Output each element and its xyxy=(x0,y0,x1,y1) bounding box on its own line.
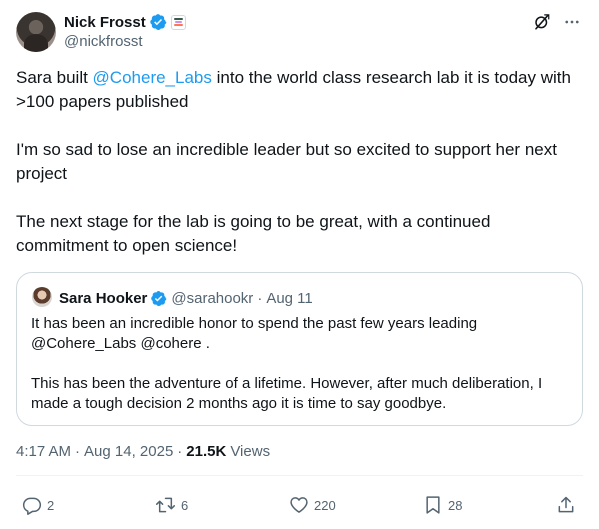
quoted-tweet[interactable]: Sara Hooker @sarahookr · Aug 11 It has b… xyxy=(16,272,583,426)
header-actions xyxy=(533,13,581,31)
quoted-paragraph-2: This has been the adventure of a lifetim… xyxy=(31,375,543,412)
author-name-row: Nick Frosst xyxy=(64,12,186,32)
views-count[interactable]: 21.5K xyxy=(186,443,226,460)
verified-badge-icon[interactable] xyxy=(149,13,167,31)
share-icon xyxy=(558,496,574,513)
mention-link[interactable]: @Cohere_Labs xyxy=(93,68,212,87)
heart-icon xyxy=(290,497,308,513)
tweet-paragraph-1: Sara built @Cohere_Labs into the world c… xyxy=(16,66,586,114)
separator-dot: · xyxy=(75,443,81,460)
like-button[interactable]: 220 xyxy=(289,490,336,520)
org-affiliate-badge-icon[interactable] xyxy=(170,14,186,30)
repost-icon xyxy=(156,497,175,513)
like-count: 220 xyxy=(314,497,336,513)
bookmark-button[interactable]: 28 xyxy=(423,490,462,520)
tweet-meta: 4:17 AM · Aug 14, 2025 · 21.5K Views xyxy=(16,443,270,460)
quoted-tweet-header: Sara Hooker @sarahookr · Aug 11 xyxy=(59,288,313,308)
bookmark-count: 28 xyxy=(448,497,463,513)
quoted-tweet-date: Aug 11 xyxy=(266,289,313,307)
author-handle[interactable]: @nickfrosst xyxy=(64,33,143,50)
quoted-paragraph-1: It has been an incredible honor to spend… xyxy=(31,315,478,352)
quoted-author-avatar xyxy=(32,287,52,307)
views-label: Views xyxy=(230,443,271,460)
tweet-time[interactable]: 4:17 AM xyxy=(16,443,71,460)
tweet-paragraph-3: The next stage for the lab is going to b… xyxy=(16,212,491,255)
tweet-date[interactable]: Aug 14, 2025 xyxy=(84,443,173,460)
tweet-text: Sara built @Cohere_Labs into the world c… xyxy=(16,66,586,258)
action-bar: 2 6 220 28 xyxy=(0,490,599,520)
tweet-paragraph-2: I'm so sad to lose an incredible leader … xyxy=(16,140,557,183)
author-avatar[interactable] xyxy=(16,12,56,52)
reply-icon xyxy=(22,497,42,515)
repost-count: 6 xyxy=(181,497,189,513)
tweet-card: Nick Frosst @nickfrosst Sara built @Cohe… xyxy=(0,0,599,529)
repost-button[interactable]: 6 xyxy=(155,490,188,520)
grok-icon[interactable] xyxy=(533,13,551,31)
author-display-name[interactable]: Nick Frosst xyxy=(64,14,146,31)
quoted-author-handle: @sarahookr xyxy=(171,289,254,307)
reply-count: 2 xyxy=(47,497,55,513)
separator-dot: · xyxy=(177,443,183,460)
reply-button[interactable]: 2 xyxy=(22,490,54,520)
more-icon[interactable] xyxy=(563,13,581,31)
quoted-tweet-text: It has been an incredible honor to spend… xyxy=(31,314,571,414)
verified-badge-icon xyxy=(151,290,167,306)
quoted-author-name: Sara Hooker xyxy=(59,289,148,307)
separator-dot: · xyxy=(257,289,263,307)
divider xyxy=(16,475,583,476)
bookmark-icon xyxy=(426,496,440,514)
share-button[interactable] xyxy=(556,490,576,520)
tweet-text-segment: Sara built xyxy=(16,68,93,87)
